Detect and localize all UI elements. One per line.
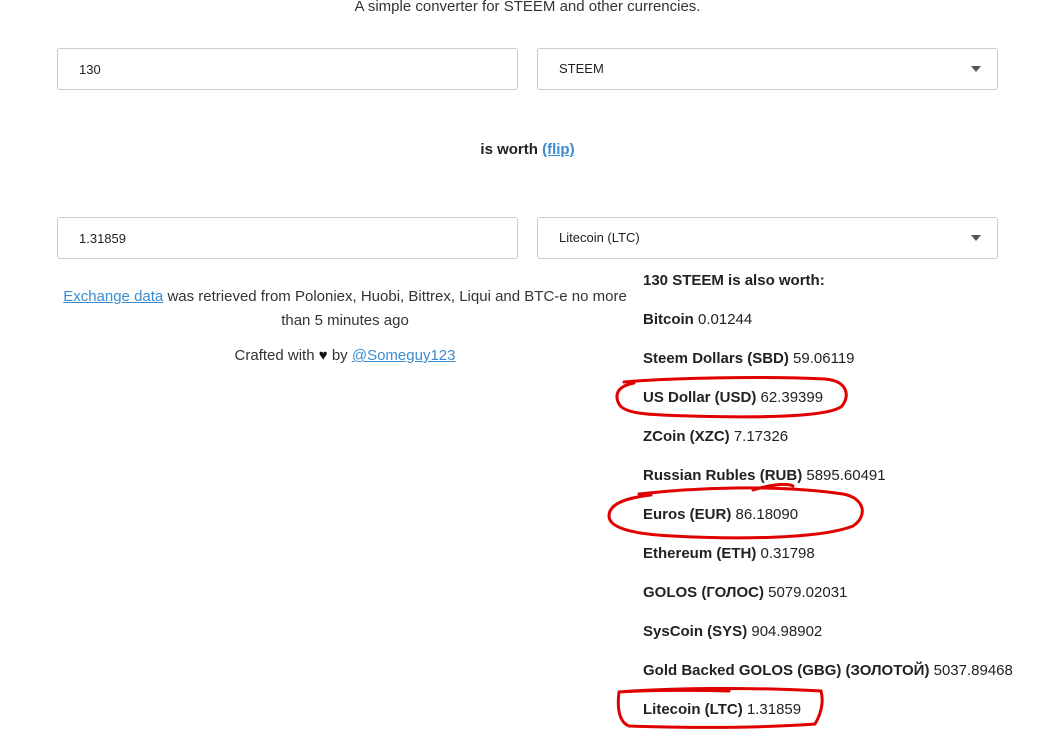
- list-item: Euros (EUR) 86.18090: [643, 504, 1043, 543]
- from-amount-field[interactable]: [57, 48, 518, 90]
- rate-name: US Dollar (USD): [643, 389, 757, 406]
- chevron-down-icon: [971, 235, 981, 241]
- rate-name: SysCoin (SYS): [643, 623, 748, 640]
- from-amount-input[interactable]: [58, 49, 517, 89]
- rate-value: 904.98902: [751, 623, 823, 640]
- rate-value: 1.31859: [746, 701, 802, 718]
- list-item: SysCoin (SYS) 904.98902: [643, 621, 1043, 660]
- rate-value: 86.18090: [735, 506, 799, 523]
- author-link[interactable]: @Someguy123: [352, 347, 456, 364]
- exchange-info: Exchange data was retrieved from Polonie…: [57, 285, 633, 333]
- rate-value: 62.39399: [760, 389, 824, 406]
- rate-value: 5079.02031: [768, 584, 848, 601]
- is-worth-text: is worth: [480, 141, 538, 158]
- list-item: Steem Dollars (SBD) 59.06119: [643, 348, 1043, 387]
- to-currency-value: Litecoin (LTC): [559, 230, 640, 245]
- to-amount-input[interactable]: [58, 218, 517, 258]
- rate-name: Steem Dollars (SBD): [643, 350, 789, 367]
- list-item: Litecoin (LTC) 1.31859: [643, 699, 1043, 738]
- rate-name: GOLOS (ГОЛОС): [643, 584, 764, 601]
- list-item: US Dollar (USD) 62.39399: [643, 387, 1043, 426]
- list-item: Gold Backed GOLOS (GBG) (ЗОЛОТОЙ) 5037.8…: [643, 660, 1043, 699]
- rate-value: 5037.89468: [933, 662, 1013, 679]
- heart-icon: ♥: [318, 347, 328, 364]
- to-amount-field[interactable]: [57, 217, 518, 259]
- exchange-data-link[interactable]: Exchange data: [63, 288, 163, 305]
- chevron-down-icon: [971, 66, 981, 72]
- from-currency-value: STEEM: [559, 61, 604, 76]
- rate-name: Ethereum (ETH): [643, 545, 757, 562]
- flip-link[interactable]: (flip): [542, 141, 574, 158]
- page-subtitle: A simple converter for STEEM and other c…: [354, 0, 701, 15]
- rate-name: Litecoin (LTC): [643, 701, 743, 718]
- rate-value: 7.17326: [733, 428, 789, 445]
- rate-name: Euros (EUR): [643, 506, 732, 523]
- rate-name: Bitcoin: [643, 311, 694, 328]
- rate-name: ZCoin (XZC): [643, 428, 730, 445]
- also-worth-list: 130 STEEM is also worth: Bitcoin 0.01244…: [643, 270, 1043, 738]
- list-item: ZCoin (XZC) 7.17326: [643, 426, 1043, 465]
- crafted-by-text: by: [331, 347, 348, 364]
- also-worth-heading: 130 STEEM is also worth:: [643, 272, 825, 289]
- rate-value: 0.01244: [698, 311, 753, 328]
- rate-value: 59.06119: [793, 350, 855, 367]
- list-item: Bitcoin 0.01244: [643, 309, 1043, 348]
- rate-value: 0.31798: [760, 545, 815, 562]
- rate-name: Russian Rubles (RUB): [643, 467, 803, 484]
- list-item: Ethereum (ETH) 0.31798: [643, 543, 1043, 582]
- exchange-info-text: was retrieved from Poloniex, Huobi, Bitt…: [167, 288, 627, 329]
- list-item: Russian Rubles (RUB) 5895.60491: [643, 465, 1043, 504]
- crafted-by: Crafted with ♥ by @Someguy123: [57, 347, 633, 364]
- crafted-prefix: Crafted with: [234, 347, 315, 364]
- is-worth-label: is worth (flip): [0, 141, 1043, 158]
- rate-value: 5895.60491: [806, 467, 886, 484]
- list-item: GOLOS (ГОЛОС) 5079.02031: [643, 582, 1043, 621]
- to-currency-select[interactable]: Litecoin (LTC): [537, 217, 998, 259]
- from-currency-select[interactable]: STEEM: [537, 48, 998, 90]
- rate-name: Gold Backed GOLOS (GBG) (ЗОЛОТОЙ): [643, 662, 930, 679]
